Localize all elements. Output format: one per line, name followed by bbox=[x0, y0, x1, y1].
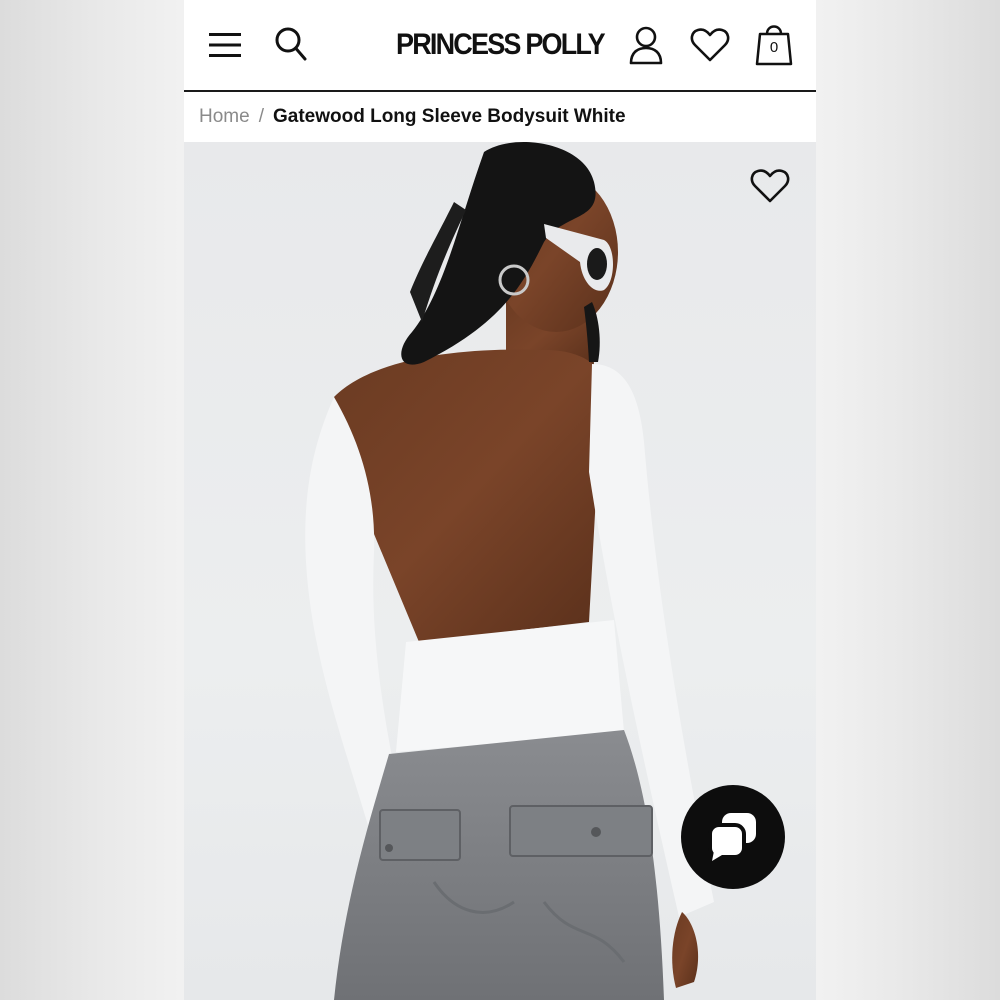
breadcrumb: Home / Gatewood Long Sleeve Bodysuit Whi… bbox=[184, 92, 816, 142]
heart-icon bbox=[690, 28, 730, 62]
menu-icon bbox=[209, 33, 241, 57]
chat-button[interactable] bbox=[681, 785, 785, 889]
account-button[interactable] bbox=[626, 24, 666, 66]
account-icon bbox=[629, 26, 663, 65]
chat-bubbles-icon bbox=[708, 813, 756, 861]
search-button[interactable] bbox=[272, 24, 310, 64]
wishlist-button[interactable] bbox=[688, 24, 732, 66]
cart-button[interactable]: 0 bbox=[752, 20, 796, 68]
heart-icon bbox=[750, 169, 790, 203]
brand-logo[interactable]: PRINCESS POLLY bbox=[396, 27, 606, 63]
add-to-wishlist-button[interactable] bbox=[748, 166, 792, 206]
cart-count: 0 bbox=[769, 39, 779, 56]
product-image[interactable] bbox=[184, 142, 816, 1000]
menu-button[interactable] bbox=[206, 26, 244, 64]
breadcrumb-current-page: Gatewood Long Sleeve Bodysuit White bbox=[272, 106, 626, 127]
site-header: PRINCESS POLLY 0 bbox=[184, 0, 816, 92]
mobile-page: PRINCESS POLLY 0 Home / Gatewood Long Sl… bbox=[184, 0, 816, 1000]
search-icon bbox=[275, 27, 307, 61]
breadcrumb-home-link[interactable]: Home bbox=[199, 106, 250, 128]
breadcrumb-separator: / bbox=[258, 106, 264, 127]
